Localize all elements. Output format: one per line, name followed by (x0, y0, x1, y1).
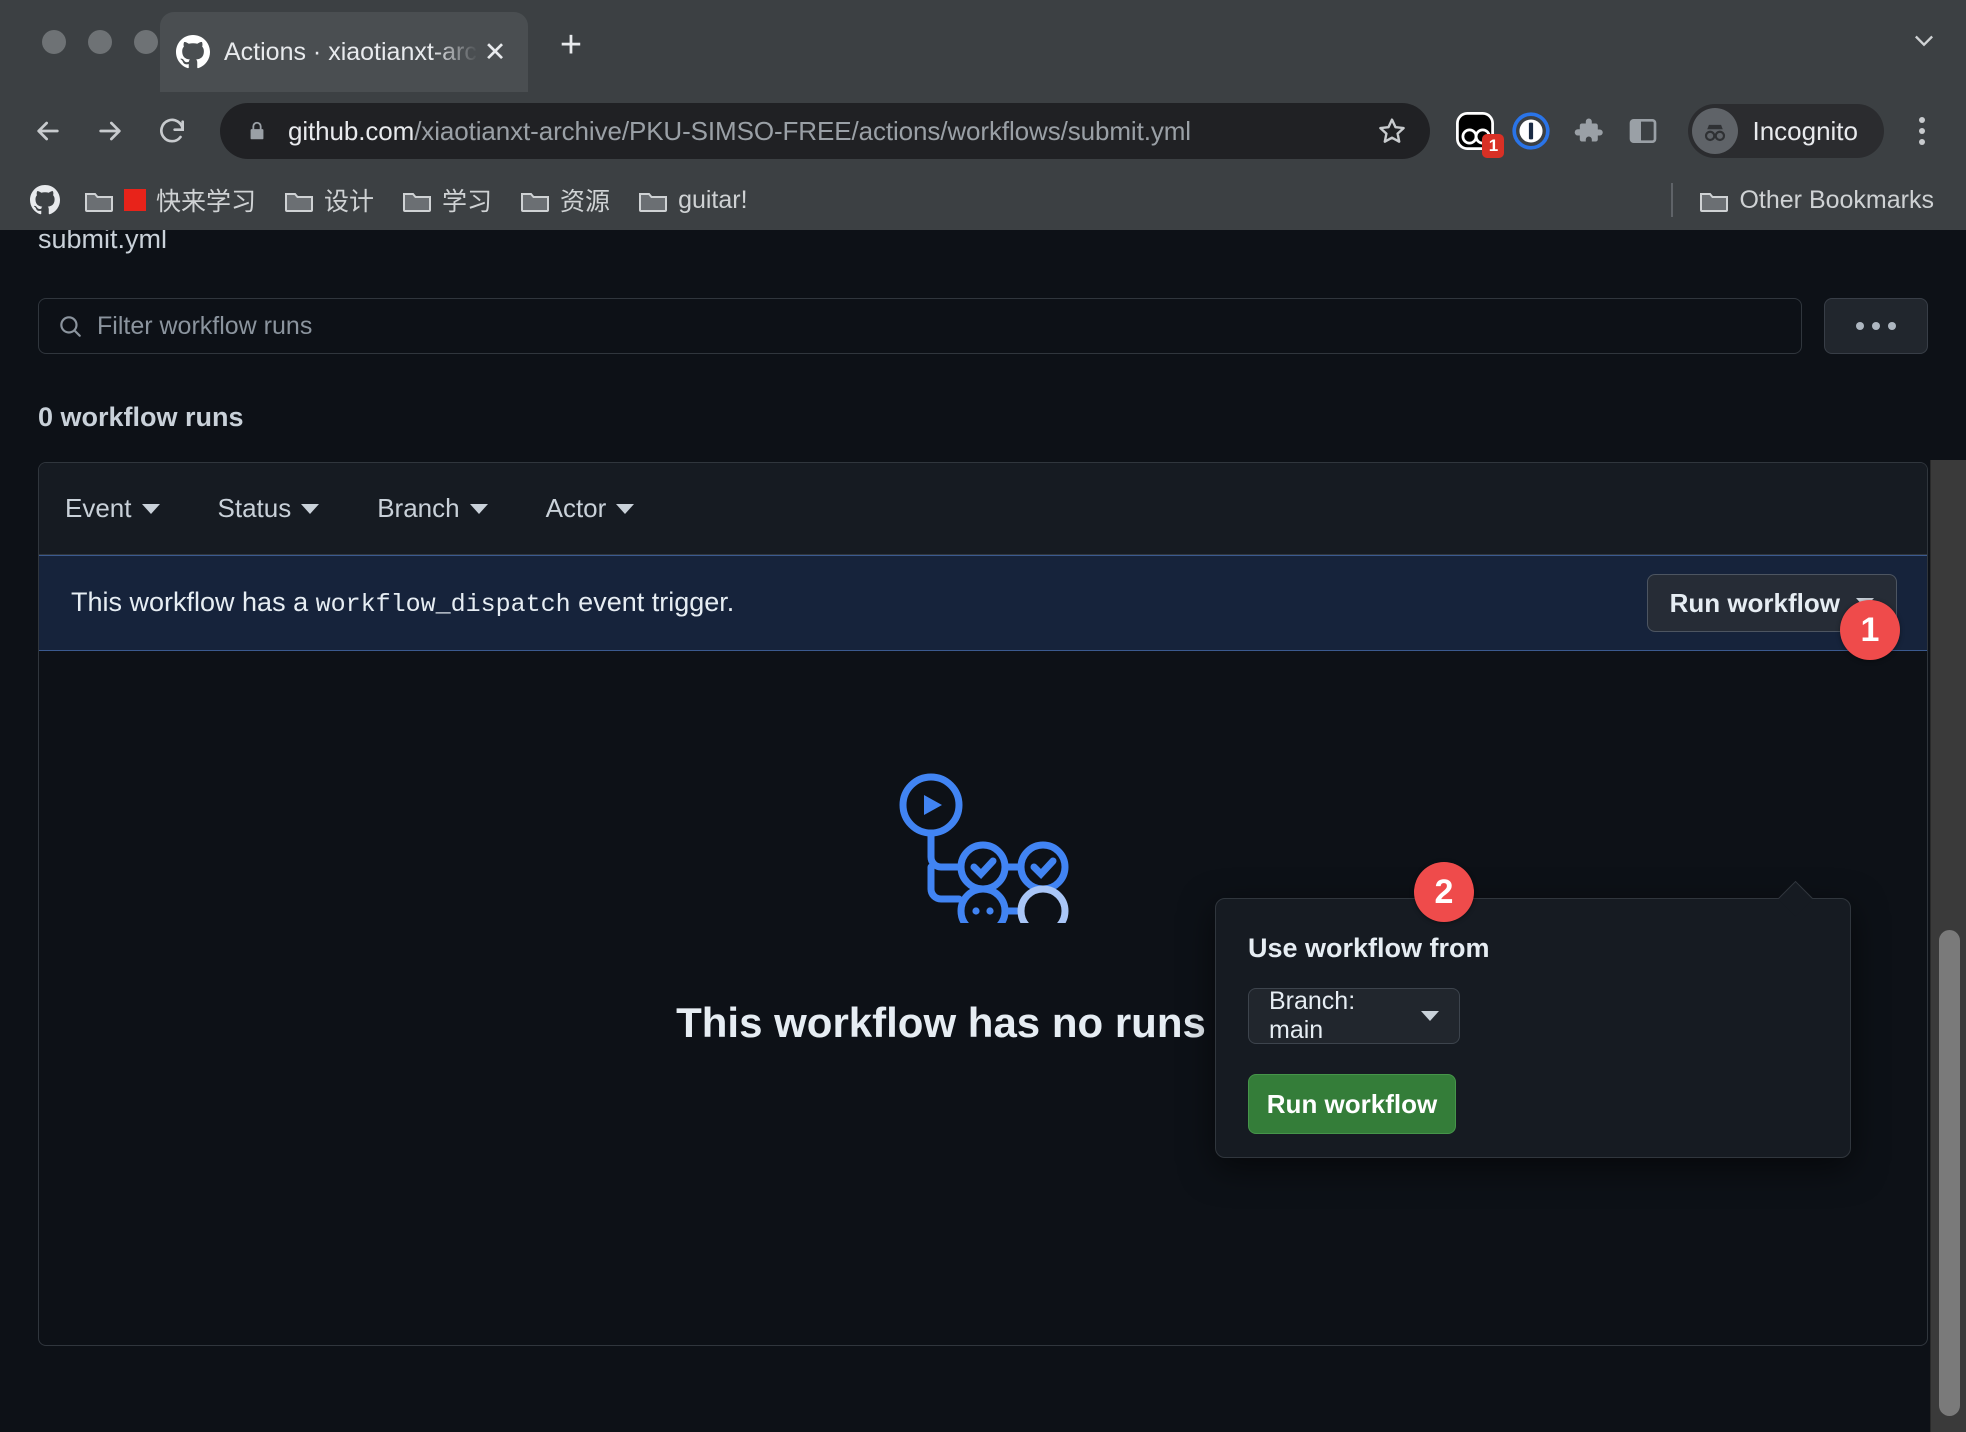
address-bar[interactable]: github.com/xiaotianxt-archive/PKU-SIMSO-… (220, 103, 1431, 159)
workflow-runs-count: 0 workflow runs (38, 402, 244, 432)
step-marker-1: 1 (1840, 600, 1900, 660)
url-domain: github.com (288, 115, 415, 146)
close-tab-button[interactable]: ✕ (478, 35, 512, 69)
filter-event-dropdown[interactable]: Event (65, 493, 160, 524)
chevron-down-icon (616, 503, 635, 514)
popover-title: Use workflow from (1248, 933, 1490, 963)
chevron-down-icon (469, 503, 488, 514)
close-window-button[interactable] (42, 30, 66, 54)
github-icon (176, 35, 210, 69)
filter-row: Filter workflow runs (38, 298, 1928, 354)
folder-icon (284, 188, 314, 213)
step-marker-2: 2 (1414, 862, 1474, 922)
folder-icon (402, 188, 432, 213)
dispatch-text-before: This workflow has a (71, 587, 309, 617)
bookmarks-bar: 快来学习 设计 学习 资源 guitar! Other Bookmarks (0, 170, 1966, 230)
bookmark-label: 资源 (560, 188, 611, 216)
filter-placeholder: Filter workflow runs (97, 311, 313, 340)
other-bookmarks-area: Other Bookmarks (1671, 180, 1946, 221)
bookmark-label: 快来学习 (156, 188, 257, 216)
more-options-button[interactable] (1824, 298, 1928, 354)
maximize-window-button[interactable] (134, 30, 158, 54)
bookmark-item[interactable]: 资源 (508, 176, 622, 224)
bookmark-label: 学习 (442, 188, 493, 216)
empty-state-title: This workflow has no runs yet. (676, 999, 1290, 1046)
bookmark-item[interactable]: 快来学习 (72, 176, 268, 224)
other-bookmarks-label: Other Bookmarks (1739, 185, 1934, 214)
bookmark-star-icon[interactable] (1376, 115, 1408, 147)
filter-dropdown-bar: Event Status Branch Actor (39, 463, 1927, 555)
bookmark-swatch (124, 189, 146, 211)
bookmark-github[interactable] (22, 179, 68, 221)
filter-actor-label: Actor (545, 493, 607, 523)
lock-icon (246, 118, 268, 144)
folder-icon (638, 188, 668, 213)
filter-workflow-runs-input[interactable]: Filter workflow runs (38, 298, 1802, 354)
extension-badge-icon[interactable]: 1 (1452, 108, 1505, 158)
url-path: /xiaotianxt-archive/PKU-SIMSO-FREE/actio… (414, 115, 1191, 146)
filter-status-dropdown[interactable]: Status (218, 493, 320, 524)
workflow-file-name: submit.yml (38, 230, 168, 254)
folder-icon (84, 188, 114, 213)
incognito-icon (1692, 108, 1739, 154)
dispatch-text-after: event trigger. (578, 587, 735, 617)
scrollbar-thumb[interactable] (1939, 930, 1960, 1416)
bookmark-label: guitar! (678, 185, 748, 214)
dispatch-event-code: workflow_dispatch (315, 590, 571, 619)
github-actions-page: submit.yml Filter workflow runs 0 workfl… (0, 230, 1966, 1432)
run-workflow-popover: Use workflow from Branch: main Run workf… (1215, 898, 1851, 1158)
branch-select-label: Branch: main (1269, 987, 1356, 1044)
search-icon (57, 313, 83, 339)
filter-branch-label: Branch (377, 493, 460, 523)
browser-window: Actions · xiaotianxt-archive/PKU ✕ + (0, 0, 1966, 1432)
kebab-menu-icon[interactable] (1900, 105, 1944, 157)
bookmark-label: 设计 (324, 188, 375, 216)
reload-button[interactable] (146, 105, 198, 157)
window-traffic-lights[interactable] (42, 30, 158, 54)
bookmark-item[interactable]: guitar! (626, 180, 759, 221)
filter-status-label: Status (217, 493, 292, 523)
forward-button[interactable] (84, 105, 136, 157)
filter-actor-dropdown[interactable]: Actor (546, 493, 635, 524)
browser-tab[interactable]: Actions · xiaotianxt-archive/PKU ✕ (160, 12, 528, 92)
branch-select-dropdown[interactable]: Branch: main (1248, 987, 1460, 1044)
dispatch-banner-text: This workflow has a workflow_dispatch ev… (71, 587, 734, 619)
bookmark-item[interactable]: 学习 (390, 176, 504, 224)
profile-label: Incognito (1752, 115, 1858, 146)
workflow-graph-icon (897, 771, 1069, 937)
url-text: github.com/xiaotianxt-archive/PKU-SIMSO-… (288, 116, 1376, 147)
side-panel-icon[interactable] (1620, 108, 1666, 154)
chevron-down-icon (1421, 1011, 1439, 1021)
other-bookmarks-button[interactable]: Other Bookmarks (1687, 180, 1946, 221)
tab-title: Actions · xiaotianxt-archive/PKU (224, 37, 478, 66)
onepassword-icon[interactable] (1508, 108, 1554, 154)
puzzle-extensions-icon[interactable] (1564, 108, 1610, 154)
back-button[interactable] (22, 105, 74, 157)
browser-toolbar: github.com/xiaotianxt-archive/PKU-SIMSO-… (0, 92, 1966, 170)
new-tab-button[interactable]: + (548, 22, 594, 68)
run-workflow-dropdown-label: Run workflow (1669, 587, 1840, 618)
bookmark-item[interactable]: 设计 (272, 176, 386, 224)
minimize-window-button[interactable] (88, 30, 112, 54)
chevron-down-icon (141, 503, 160, 514)
divider (1671, 183, 1674, 217)
profile-incognito-button[interactable]: Incognito (1688, 104, 1884, 158)
run-workflow-submit-button[interactable]: Run workflow (1248, 1074, 1456, 1134)
chevron-down-icon (301, 503, 320, 514)
chevron-down-icon[interactable] (1910, 26, 1938, 61)
tab-strip: Actions · xiaotianxt-archive/PKU ✕ + (0, 0, 1966, 92)
folder-icon (1699, 188, 1729, 213)
folder-icon (520, 188, 550, 213)
vertical-scrollbar[interactable] (1930, 460, 1966, 1432)
extension-badge-count: 1 (1482, 134, 1505, 158)
filter-branch-dropdown[interactable]: Branch (377, 493, 488, 524)
filter-event-label: Event (65, 493, 132, 523)
workflow-dispatch-banner: This workflow has a workflow_dispatch ev… (39, 555, 1927, 651)
